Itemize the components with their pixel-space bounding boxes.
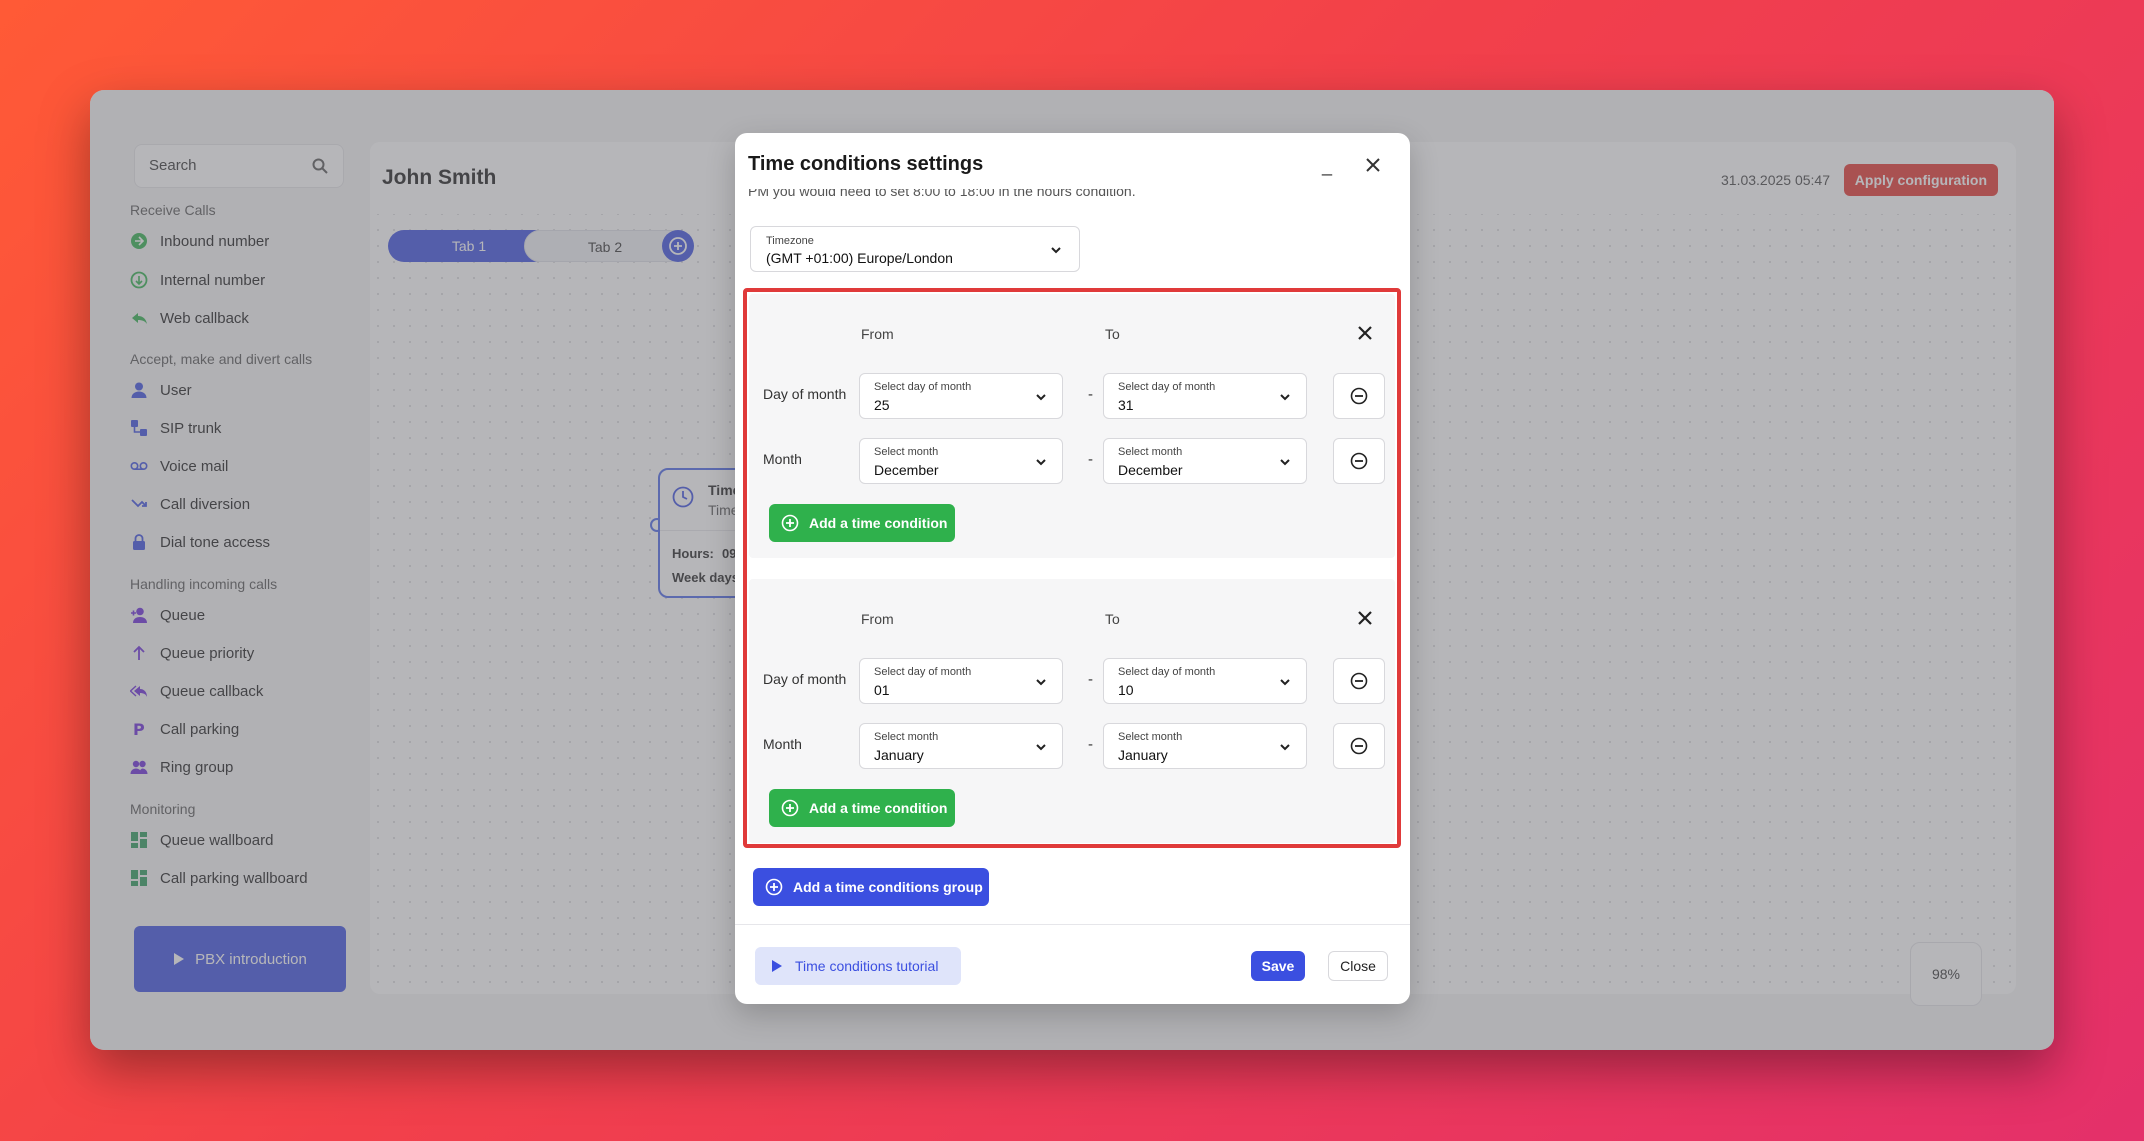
timezone-label: Timezone — [766, 235, 814, 247]
time-conditions-dialog: Time conditions settings _ PM you would … — [735, 133, 1410, 1004]
from-header: From — [861, 611, 894, 627]
select-label: Select month — [874, 731, 939, 743]
range-separator: - — [1088, 671, 1093, 688]
save-button[interactable]: Save — [1251, 951, 1305, 981]
time-conditions-tutorial-button[interactable]: Time conditions tutorial — [755, 947, 961, 985]
minus-circle-icon — [1350, 672, 1368, 690]
tutorial-label: Time conditions tutorial — [795, 958, 939, 974]
footer-divider — [735, 924, 1410, 925]
minus-circle-icon — [1350, 387, 1368, 405]
close-icon[interactable] — [1363, 155, 1383, 175]
select-label: Select day of month — [874, 381, 972, 393]
day-from-select[interactable]: Select day of month 01 — [859, 658, 1063, 704]
select-value: January — [1118, 747, 1168, 763]
select-value: December — [874, 462, 939, 478]
add-time-condition-label: Add a time condition — [809, 800, 948, 816]
add-time-conditions-group-button[interactable]: Add a time conditions group — [753, 868, 989, 906]
add-time-condition-button[interactable]: Add a time condition — [769, 504, 955, 542]
month-label: Month — [763, 451, 802, 467]
day-to-select[interactable]: Select day of month 10 — [1103, 658, 1307, 704]
select-value: 25 — [874, 397, 890, 413]
add-time-condition-button[interactable]: Add a time condition — [769, 789, 955, 827]
select-value: January — [874, 747, 924, 763]
select-label: Select month — [874, 446, 939, 458]
chevron-down-icon — [1036, 679, 1046, 686]
chevron-down-icon — [1036, 744, 1046, 751]
select-label: Select day of month — [874, 666, 972, 678]
select-value: 01 — [874, 682, 890, 698]
timezone-value: (GMT +01:00) Europe/London — [766, 250, 953, 266]
to-header: To — [1105, 326, 1120, 342]
month-from-select[interactable]: Select month December — [859, 438, 1063, 484]
chevron-down-icon — [1280, 459, 1290, 466]
chevron-down-icon — [1051, 247, 1061, 254]
remove-condition-button[interactable] — [1333, 438, 1385, 484]
select-value: 31 — [1118, 397, 1134, 413]
to-header: To — [1105, 611, 1120, 627]
plus-circle-icon — [781, 799, 799, 817]
minimize-button[interactable]: _ — [1322, 156, 1332, 177]
chevron-down-icon — [1280, 394, 1290, 401]
time-condition-group: From To Day of month Select day of month… — [749, 579, 1395, 843]
select-label: Select month — [1118, 731, 1183, 743]
chevron-down-icon — [1036, 394, 1046, 401]
select-value: December — [1118, 462, 1183, 478]
time-condition-groups: From To Day of month Select day of month… — [743, 288, 1401, 848]
timezone-select[interactable]: Timezone (GMT +01:00) Europe/London — [750, 226, 1080, 272]
minus-circle-icon — [1350, 737, 1368, 755]
remove-group-icon[interactable] — [1357, 325, 1373, 341]
month-to-select[interactable]: Select month December — [1103, 438, 1307, 484]
select-label: Select day of month — [1118, 381, 1216, 393]
add-group-label: Add a time conditions group — [793, 879, 983, 895]
range-separator: - — [1088, 451, 1093, 468]
day-to-select[interactable]: Select day of month 31 — [1103, 373, 1307, 419]
time-condition-group: From To Day of month Select day of month… — [749, 294, 1395, 558]
remove-condition-button[interactable] — [1333, 658, 1385, 704]
month-to-select[interactable]: Select month January — [1103, 723, 1307, 769]
add-time-condition-label: Add a time condition — [809, 515, 948, 531]
month-from-select[interactable]: Select month January — [859, 723, 1063, 769]
from-header: From — [861, 326, 894, 342]
close-button[interactable]: Close — [1328, 951, 1388, 981]
day-of-month-label: Day of month — [763, 386, 847, 402]
day-from-select[interactable]: Select day of month 25 — [859, 373, 1063, 419]
plus-circle-icon — [765, 878, 783, 896]
dialog-title: Time conditions settings — [748, 153, 984, 175]
range-separator: - — [1088, 386, 1093, 403]
select-label: Select day of month — [1118, 666, 1216, 678]
dialog-description: PM you would need to set 8:00 to 18:00 i… — [748, 189, 1136, 199]
select-label: Select month — [1118, 446, 1183, 458]
minus-circle-icon — [1350, 452, 1368, 470]
plus-circle-icon — [781, 514, 799, 532]
month-label: Month — [763, 736, 802, 752]
chevron-down-icon — [1036, 459, 1046, 466]
day-of-month-label: Day of month — [763, 671, 847, 687]
remove-group-icon[interactable] — [1357, 610, 1373, 626]
play-icon — [772, 960, 782, 972]
range-separator: - — [1088, 736, 1093, 753]
remove-condition-button[interactable] — [1333, 373, 1385, 419]
chevron-down-icon — [1280, 744, 1290, 751]
chevron-down-icon — [1280, 679, 1290, 686]
remove-condition-button[interactable] — [1333, 723, 1385, 769]
select-value: 10 — [1118, 682, 1134, 698]
